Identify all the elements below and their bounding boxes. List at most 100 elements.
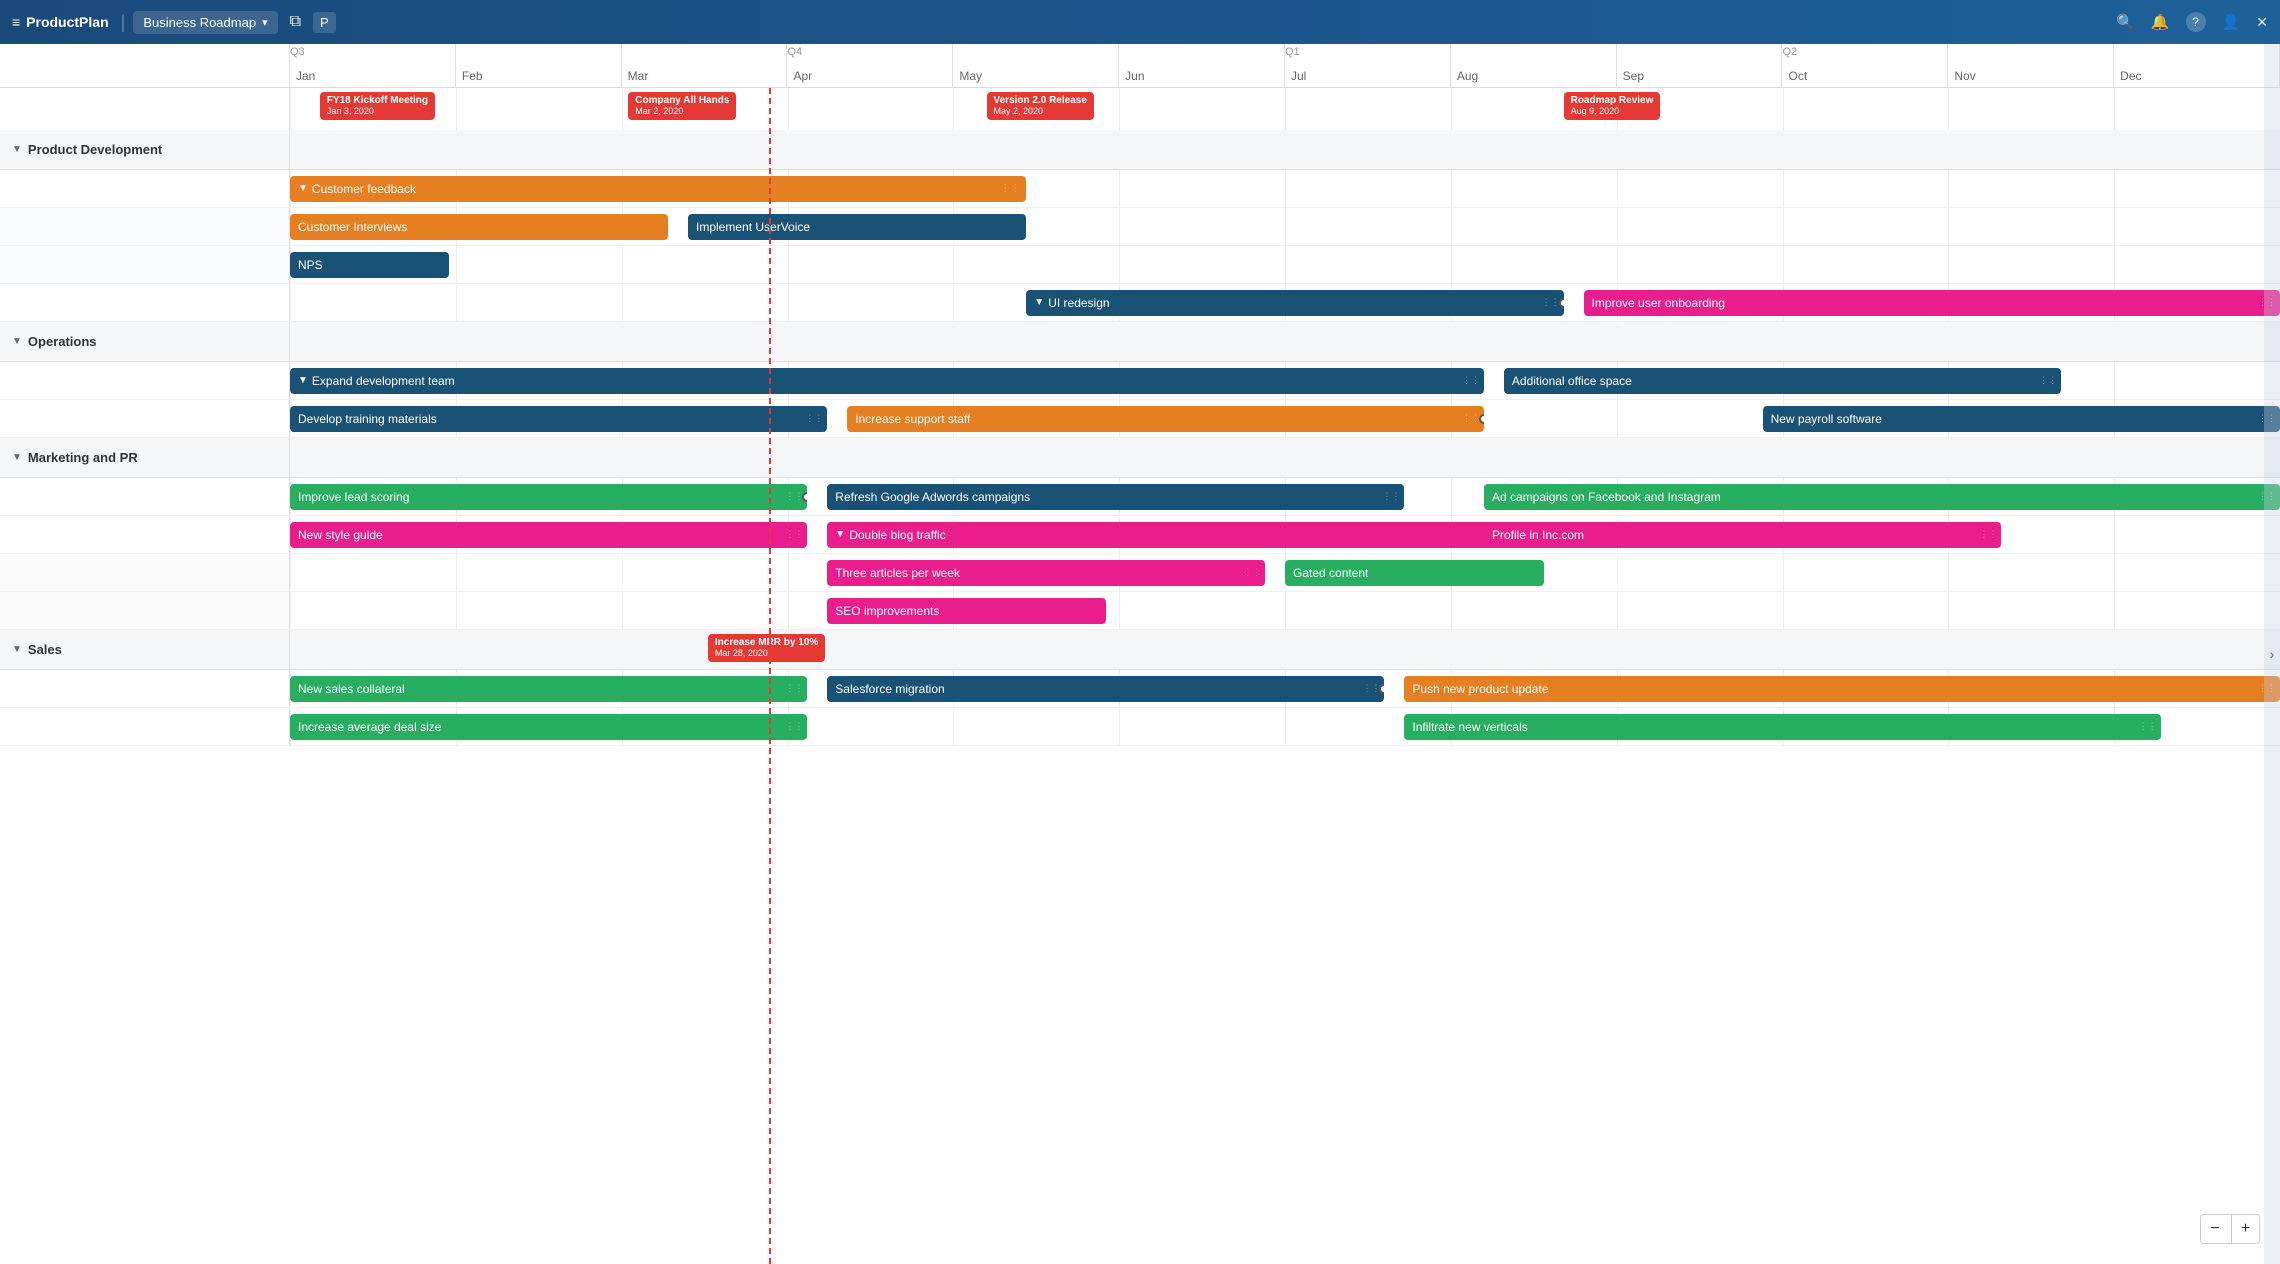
sub-row-label — [0, 246, 290, 283]
month-col: Dec — [2114, 44, 2280, 87]
sub-row-timeline: NPS — [290, 246, 2280, 283]
gantt-row: Improve lead scoring⋮⋮ Refresh Google Adw… — [0, 478, 2280, 516]
month-col: Feb — [456, 44, 622, 87]
section-header-product[interactable]: ▼ Product Development — [0, 130, 2280, 170]
gantt-row: Increase average deal size⋮⋮ Infiltrate n… — [0, 708, 2280, 746]
month-col: Sep — [1617, 44, 1783, 87]
gantt-bar[interactable]: Improve lead scoring⋮⋮ — [290, 484, 807, 510]
gantt-bar[interactable]: Three articles per week⋮⋮ — [827, 560, 1265, 586]
help-icon[interactable]: ? — [2186, 12, 2206, 32]
section-label: ▼Sales — [0, 630, 290, 669]
milestones-row: FY18 Kickoff MeetingJan 3, 2020 Company A… — [0, 88, 2280, 130]
section-header-sales[interactable]: ▼Sales Increase MRR by 10%Mar 28, 2020 — [0, 630, 2280, 670]
gantt-bar[interactable]: Gated content — [1285, 560, 1544, 586]
breadcrumb[interactable]: Business Roadmap ▾ — [133, 11, 277, 34]
gantt-sub-row: NPS — [0, 246, 2280, 284]
row-timeline: Three articles per week⋮⋮ Gated content — [290, 554, 2280, 591]
timeline-months: Q3Q4Q1Q2JanFebMarAprMayJunJulAugSepOctNo… — [290, 44, 2280, 87]
bell-icon[interactable]: 🔔 — [2151, 13, 2170, 31]
row-timeline: Develop training materials⋮⋮ Increase sup… — [290, 400, 2280, 437]
gantt-bar[interactable]: New style guide⋮⋮ — [290, 522, 807, 548]
app-logo[interactable]: ≡ ProductPlan — [12, 14, 109, 30]
gantt-bar[interactable]: Develop training materials⋮⋮ — [290, 406, 827, 432]
gantt-bar[interactable]: Increase average deal size⋮⋮ — [290, 714, 807, 740]
zoom-in-button[interactable]: + — [2231, 1215, 2259, 1243]
row-label — [0, 284, 290, 321]
gantt-row: ▼Customer feedback⋮⋮ — [0, 170, 2280, 208]
row-label — [0, 478, 290, 515]
gantt-bar[interactable]: Push new product update⋮⋮ — [1404, 676, 2280, 702]
milestone-flag[interactable]: Version 2.0 ReleaseMay 2, 2020 — [987, 92, 1094, 120]
milestone-mrr[interactable]: Increase MRR by 10%Mar 28, 2020 — [708, 634, 825, 662]
milestone-flag[interactable]: Roadmap ReviewAug 9, 2020 — [1564, 92, 1661, 120]
row-timeline: ▼UI redesign⋮⋮ Improve user onboarding⋮⋮ — [290, 284, 2280, 321]
section-header-marketing[interactable]: ▼Marketing and PR — [0, 438, 2280, 478]
chevron-down-icon: ▾ — [262, 16, 268, 29]
gantt-bar[interactable]: Ad campaigns on Facebook and Instagram⋮⋮ — [1484, 484, 2280, 510]
section-header-operations[interactable]: ▼Operations — [0, 322, 2280, 362]
roadmap-container: Q3Q4Q1Q2JanFebMarAprMayJunJulAugSepOctNo… — [0, 44, 2280, 1264]
diamond-marker — [802, 492, 807, 502]
gantt-bar[interactable]: New payroll software⋮⋮ — [1763, 406, 2280, 432]
month-col: Jun — [1119, 44, 1285, 87]
sub-row-label — [0, 208, 290, 245]
user-icon[interactable]: 👤 — [2222, 13, 2241, 31]
gantt-bar-group[interactable]: ▼Customer feedback⋮⋮ — [290, 176, 1026, 202]
gantt-bar[interactable]: NPS — [290, 252, 449, 278]
row-label — [0, 400, 290, 437]
row-timeline: SEO improvements — [290, 592, 2280, 629]
section-title: Product Development — [28, 142, 162, 157]
sub-row-timeline: Customer Interviews Implement UserVoice — [290, 208, 2280, 245]
milestone-flag[interactable]: FY18 Kickoff MeetingJan 3, 2020 — [320, 92, 435, 120]
row-label — [0, 516, 290, 553]
month-col: Nov — [1948, 44, 2114, 87]
gantt-bar[interactable]: Improve user onboarding⋮⋮ — [1584, 290, 2280, 316]
gantt-bar[interactable]: ▼Expand development team⋮⋮ — [290, 368, 1484, 394]
gantt-row: New style guide⋮⋮▼Double blog traffic⋮⋮P… — [0, 516, 2280, 554]
gantt-bar[interactable]: Customer Interviews — [290, 214, 668, 240]
row-label — [0, 170, 290, 207]
app-name: ProductPlan — [26, 14, 108, 30]
gantt-bar[interactable]: Infiltrate new verticals⋮⋮ — [1404, 714, 2160, 740]
section-label: ▼Operations — [0, 322, 290, 361]
breadcrumb-title: Business Roadmap — [143, 15, 256, 30]
gantt-bar[interactable]: New sales collateral⋮⋮ — [290, 676, 807, 702]
gantt-bar[interactable]: Implement UserVoice — [688, 214, 1026, 240]
gantt-row: ▼UI redesign⋮⋮ Improve user onboarding⋮⋮ — [0, 284, 2280, 322]
month-col: Oct — [1783, 44, 1949, 87]
gantt-bar[interactable]: Increase support staff⋮⋮ — [847, 406, 1484, 432]
gantt-bar[interactable]: ▼UI redesign⋮⋮ — [1026, 290, 1563, 316]
zoom-out-button[interactable]: − — [2201, 1215, 2229, 1243]
gantt-sub-row: Customer Interviews Implement UserVoice — [0, 208, 2280, 246]
row-label — [0, 592, 290, 629]
section-collapse-icon: ▼ — [12, 144, 22, 155]
copy-button[interactable]: ⧉ — [286, 9, 305, 35]
search-icon[interactable]: 🔍 — [2116, 13, 2135, 31]
month-col: Jul — [1285, 44, 1451, 87]
nav-separator: | — [121, 12, 126, 33]
top-nav: ≡ ProductPlan | Business Roadmap ▾ ⧉ P 🔍… — [0, 0, 2280, 44]
timeline-header: Q3Q4Q1Q2JanFebMarAprMayJunJulAugSepOctNo… — [0, 44, 2280, 88]
row-label — [0, 554, 290, 591]
row-timeline: New sales collateral⋮⋮ Salesforce migrati… — [290, 670, 2280, 707]
section-collapse-icon: ▼ — [12, 336, 22, 347]
section-title: Marketing and PR — [28, 450, 138, 465]
gantt-bar[interactable]: SEO improvements — [827, 598, 1106, 624]
close-icon[interactable]: ✕ — [2256, 14, 2268, 31]
row-timeline: ▼Customer feedback⋮⋮ — [290, 170, 2280, 207]
milestone-flag[interactable]: Company All HandsMar 2, 2020 — [628, 92, 736, 120]
share-button[interactable]: P — [313, 12, 336, 33]
gantt-bar[interactable]: Profile in Inc.com⋮⋮ — [1484, 522, 2001, 548]
row-label — [0, 708, 290, 745]
diamond-marker — [1559, 298, 1564, 308]
right-collapse-arrow[interactable]: › — [2264, 44, 2280, 1264]
row-timeline: Increase average deal size⋮⋮ Infiltrate n… — [290, 708, 2280, 745]
gantt-bar[interactable]: Refresh Google Adwords campaigns⋮⋮ — [827, 484, 1404, 510]
gantt-bar[interactable]: Salesforce migration⋮⋮ — [827, 676, 1384, 702]
gantt-bar[interactable]: Additional office space⋮⋮ — [1504, 368, 2061, 394]
section-collapse-icon: ▼ — [12, 644, 22, 655]
section-label: ▼ Product Development — [0, 130, 290, 169]
gantt-row: Three articles per week⋮⋮ Gated content — [0, 554, 2280, 592]
hamburger-icon: ≡ — [12, 14, 20, 30]
gantt-row: SEO improvements — [0, 592, 2280, 630]
